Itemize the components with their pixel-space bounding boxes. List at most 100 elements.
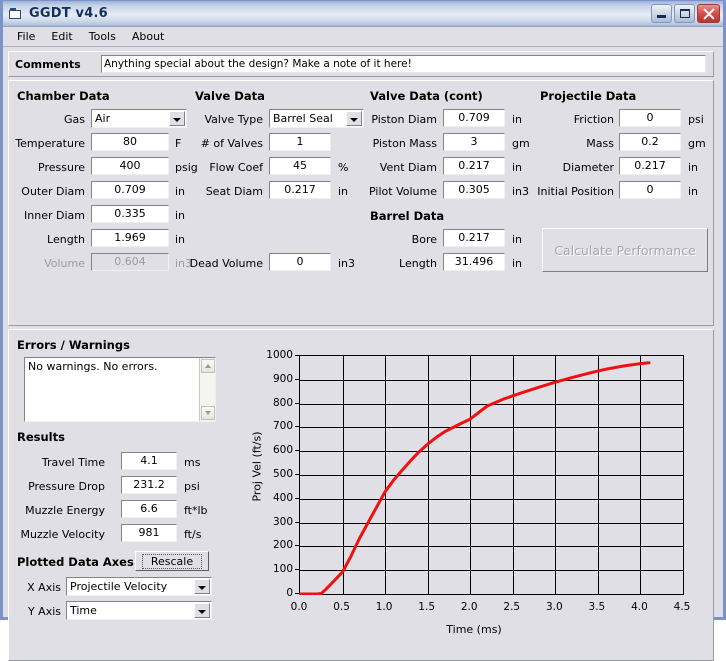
errors-scrollbar[interactable]: [199, 358, 215, 421]
minimize-icon[interactable]: [651, 4, 672, 23]
comments-input[interactable]: Anything special about the design? Make …: [101, 55, 706, 73]
chart-x-tick-label: 0.5: [333, 601, 350, 613]
piston-mass-input[interactable]: 3: [443, 133, 505, 151]
valve-seat-diam-input[interactable]: 0.217: [269, 181, 331, 199]
results-panel: Errors / Warnings No warnings. No errors…: [8, 329, 714, 661]
projectile-friction-input[interactable]: 0: [619, 109, 681, 127]
result-travel-time-value: 4.1: [121, 452, 177, 470]
piston-diam-unit: in: [512, 113, 523, 126]
barrel-bore-input[interactable]: 0.217: [443, 229, 505, 247]
rescale-button[interactable]: Rescale: [135, 551, 209, 571]
valve-dead-volume-label: Dead Volume: [189, 257, 263, 270]
valve-type-combo[interactable]: Barrel Seal: [269, 109, 364, 128]
valve-flow-coef-input[interactable]: 45: [269, 157, 331, 175]
performance-chart: 0 100 200 300 400 500 600 700 800 900 1000 0.0 0.5 1…: [239, 340, 709, 650]
piston-mass-label: Piston Mass: [372, 137, 437, 150]
y-axis-value: Time: [70, 604, 97, 617]
valve-seat-diam-label: Seat Diam: [205, 185, 263, 198]
projectile-diameter-input[interactable]: 0.217: [619, 157, 681, 175]
chevron-down-icon[interactable]: [169, 111, 185, 126]
menu-item-file[interactable]: File: [9, 29, 43, 44]
chamber-gas-combo[interactable]: Air: [91, 109, 187, 128]
window-controls: [651, 4, 720, 23]
vent-diam-input[interactable]: 0.217: [443, 157, 505, 175]
chamber-length-label: Length: [47, 233, 85, 246]
projectile-data-title: Projectile Data: [540, 89, 637, 103]
chamber-inner-diam-input[interactable]: 0.335: [91, 205, 169, 223]
barrel-length-input[interactable]: 31.496: [443, 253, 505, 271]
chamber-pressure-input[interactable]: 400: [91, 157, 169, 175]
chart-x-tick-label: 3.5: [588, 601, 606, 613]
piston-diam-label: Piston Diam: [371, 113, 437, 126]
projectile-diameter-label: Diameter: [562, 161, 614, 174]
result-muzzle-velocity-value: 981: [121, 524, 177, 542]
chart-x-tick-label: 1.5: [418, 601, 435, 613]
result-travel-time-label: Travel Time: [41, 456, 105, 469]
chamber-outer-diam-unit: in: [175, 185, 186, 198]
chamber-outer-diam-label: Outer Diam: [21, 185, 85, 198]
chart-line-projectile-velocity: [299, 361, 651, 595]
barrel-bore-unit: in: [512, 233, 523, 246]
chamber-gas-label: Gas: [64, 113, 85, 126]
chamber-temperature-input[interactable]: 80: [91, 133, 169, 151]
chamber-gas-value: Air: [95, 112, 111, 125]
chamber-volume-label: Volume: [44, 257, 85, 270]
chart-y-axis-label: Proj Vel (ft/s): [250, 431, 264, 502]
vent-diam-unit: in: [512, 161, 523, 174]
chamber-length-input[interactable]: 1.969: [91, 229, 169, 247]
piston-diam-input[interactable]: 0.709: [443, 109, 505, 127]
projectile-initial-position-input[interactable]: 0: [619, 181, 681, 199]
barrel-bore-label: Bore: [411, 233, 437, 246]
result-muzzle-velocity-unit: ft/s: [184, 528, 202, 541]
result-pressure-drop-unit: psi: [184, 480, 200, 493]
menu-item-tools[interactable]: Tools: [81, 29, 124, 44]
close-icon[interactable]: [697, 4, 720, 23]
valve-count-label: # of Valves: [200, 137, 263, 150]
input-panel: Chamber Data Gas Air Temperature 80 F Pr…: [8, 80, 714, 326]
window-title: GGDT v4.6: [29, 6, 108, 21]
scroll-down-icon[interactable]: [201, 406, 215, 420]
chart-x-axis-label: Time (ms): [446, 623, 502, 636]
result-pressure-drop-value: 231.2: [121, 476, 177, 494]
valve-count-input[interactable]: 1: [269, 133, 331, 151]
chamber-outer-diam-input[interactable]: 0.709: [91, 181, 169, 199]
y-axis-combo[interactable]: Time: [66, 601, 212, 620]
chart-x-tick-label: 4.5: [673, 601, 691, 613]
projectile-mass-unit: gm: [688, 137, 706, 150]
projectile-mass-input[interactable]: 0.2: [619, 133, 681, 151]
projectile-mass-label: Mass: [586, 137, 614, 150]
chart-x-tick-label: 2.5: [503, 601, 521, 613]
chevron-down-icon[interactable]: [194, 603, 210, 618]
rescale-button-label: Rescale: [141, 553, 203, 569]
result-muzzle-energy-unit: ft*lb: [184, 504, 208, 517]
calculate-performance-button[interactable]: Calculate Performance: [542, 228, 708, 272]
errors-warnings-text: No warnings. No errors.: [28, 360, 158, 373]
x-axis-combo[interactable]: Projectile Velocity: [66, 577, 212, 596]
valve-dead-volume-input[interactable]: 0: [269, 253, 331, 271]
comments-panel: Comments Anything special about the desi…: [8, 51, 714, 77]
plotted-data-axes-title: Plotted Data Axes: [17, 555, 134, 569]
chart-y-tick-label: 200: [272, 539, 293, 552]
valve-flow-coef-unit: %: [338, 161, 349, 174]
menu-item-edit[interactable]: Edit: [43, 29, 80, 44]
chamber-volume-input: 0.604: [91, 253, 169, 271]
results-title: Results: [17, 430, 65, 444]
menu-item-about[interactable]: About: [124, 29, 173, 44]
barrel-length-unit: in: [512, 257, 523, 270]
pilot-volume-input[interactable]: 0.305: [443, 181, 505, 199]
chart-x-tick-label: 2.0: [460, 601, 478, 613]
maximize-icon[interactable]: [674, 4, 695, 23]
scroll-up-icon[interactable]: [201, 359, 215, 373]
chevron-down-icon[interactable]: [194, 579, 210, 594]
chart-y-tick-label: 100: [272, 563, 293, 576]
app-folder-icon: [8, 7, 24, 21]
valve-type-value: Barrel Seal: [273, 112, 333, 125]
chamber-pressure-label: Pressure: [38, 161, 85, 174]
projectile-friction-label: Friction: [573, 113, 614, 126]
chamber-inner-diam-label: Inner Diam: [24, 209, 85, 222]
errors-warnings-textarea[interactable]: No warnings. No errors.: [24, 357, 216, 422]
projectile-friction-unit: psi: [688, 113, 704, 126]
valve-seat-diam-unit: in: [338, 185, 349, 198]
valve-flow-coef-label: Flow Coef: [209, 161, 263, 174]
pilot-volume-label: Pilot Volume: [369, 185, 437, 198]
